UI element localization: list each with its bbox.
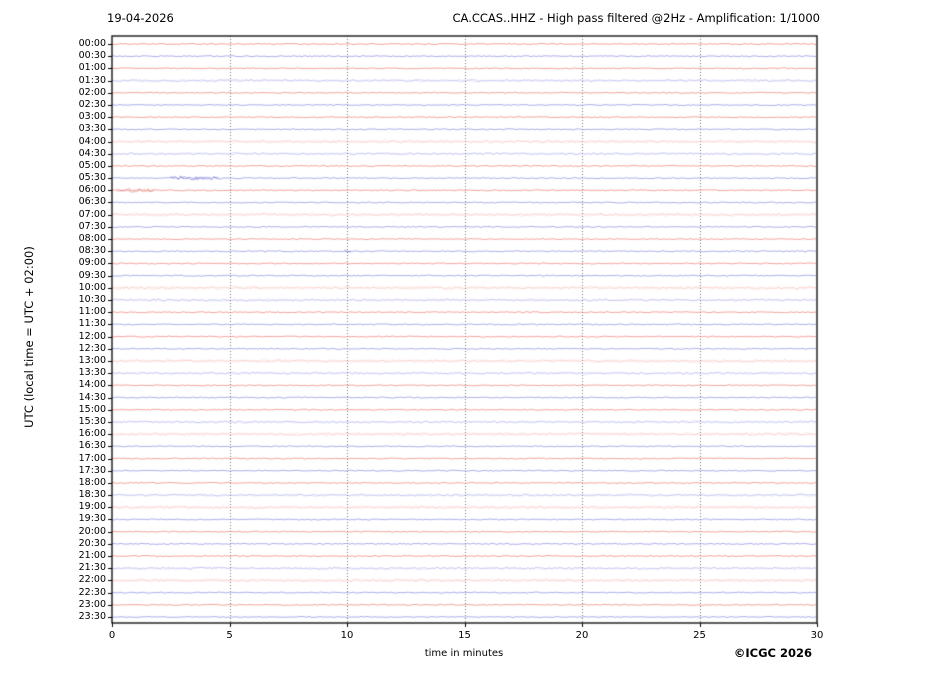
- y-tick-label: 09:00: [78, 257, 106, 269]
- x-axis-title: time in minutes: [424, 648, 504, 659]
- y-tick-label: 06:30: [78, 196, 106, 208]
- y-tick-label: 07:00: [78, 208, 106, 220]
- y-tick-label: 09:30: [78, 269, 106, 281]
- x-tick-label: 10: [340, 630, 354, 641]
- y-tick-label: 23:30: [78, 611, 106, 622]
- y-tick-label: 03:30: [78, 123, 106, 135]
- y-tick-label: 20:30: [78, 537, 106, 549]
- y-tick-label: 02:00: [78, 86, 106, 98]
- x-tick-label: 25: [693, 630, 706, 641]
- y-tick-label: 08:30: [78, 245, 106, 257]
- y-tick-label: 02:30: [78, 98, 106, 110]
- y-tick-label: 10:00: [78, 281, 106, 293]
- y-tick-label: 16:30: [78, 440, 106, 452]
- helicorder-plot-canvas: [100, 30, 827, 636]
- copyright-label: ©ICGC 2026: [733, 646, 812, 660]
- y-tick-label: 11:00: [78, 306, 106, 318]
- x-tick-label: 0: [108, 630, 116, 641]
- y-tick-label: 19:30: [78, 513, 106, 525]
- y-tick-label: 14:00: [78, 379, 106, 391]
- helicorder-page: { "chart_data": { "type": "line", "date"…: [0, 0, 927, 696]
- y-tick-label: 14:30: [78, 391, 106, 403]
- y-tick-label: 22:30: [78, 586, 106, 598]
- y-tick-label: 00:30: [78, 50, 106, 62]
- y-tick-label: 06:00: [78, 184, 106, 196]
- y-tick-label: 15:00: [78, 403, 106, 415]
- y-tick-label: 05:00: [78, 159, 106, 171]
- y-tick-label: 05:30: [78, 172, 106, 184]
- y-tick-label: 17:00: [78, 452, 106, 464]
- y-tick-label: 18:00: [78, 476, 106, 488]
- x-tick-label: 5: [226, 630, 233, 641]
- y-tick-label: 22:00: [78, 574, 106, 586]
- x-tick-label: 30: [810, 630, 824, 641]
- y-tick-label: 03:00: [78, 111, 106, 123]
- y-tick-label: 08:00: [78, 233, 106, 245]
- y-tick-label: 17:30: [78, 464, 106, 476]
- y-tick-label: 12:00: [78, 330, 106, 342]
- y-tick-label: 04:00: [78, 135, 106, 147]
- y-tick-label: 23:00: [78, 598, 106, 610]
- x-tick-label: 20: [575, 630, 589, 641]
- y-tick-label: 13:00: [78, 354, 106, 366]
- x-tick-label: 15: [458, 630, 471, 641]
- y-tick-label: 12:30: [78, 342, 106, 354]
- y-tick-label: 00:00: [78, 38, 106, 49]
- y-tick-label: 07:30: [78, 220, 106, 232]
- y-tick-label: 13:30: [78, 367, 106, 379]
- y-tick-label: 01:30: [78, 74, 106, 86]
- y-tick-label: 20:00: [78, 525, 106, 537]
- y-tick-label: 19:00: [78, 501, 106, 513]
- y-tick-label: 16:00: [78, 428, 106, 440]
- y-tick-label: 18:30: [78, 489, 106, 501]
- y-tick-label: 04:30: [78, 147, 106, 159]
- y-tick-label: 21:00: [78, 550, 106, 562]
- y-tick-label: 15:30: [78, 415, 106, 427]
- y-tick-label: 01:00: [78, 62, 106, 74]
- y-tick-label: 21:30: [78, 562, 106, 574]
- plot-title: CA.CCAS..HHZ - High pass filtered @2Hz -…: [452, 11, 820, 25]
- y-tick-label: 10:30: [78, 294, 106, 306]
- y-tick-label: 11:30: [78, 318, 106, 330]
